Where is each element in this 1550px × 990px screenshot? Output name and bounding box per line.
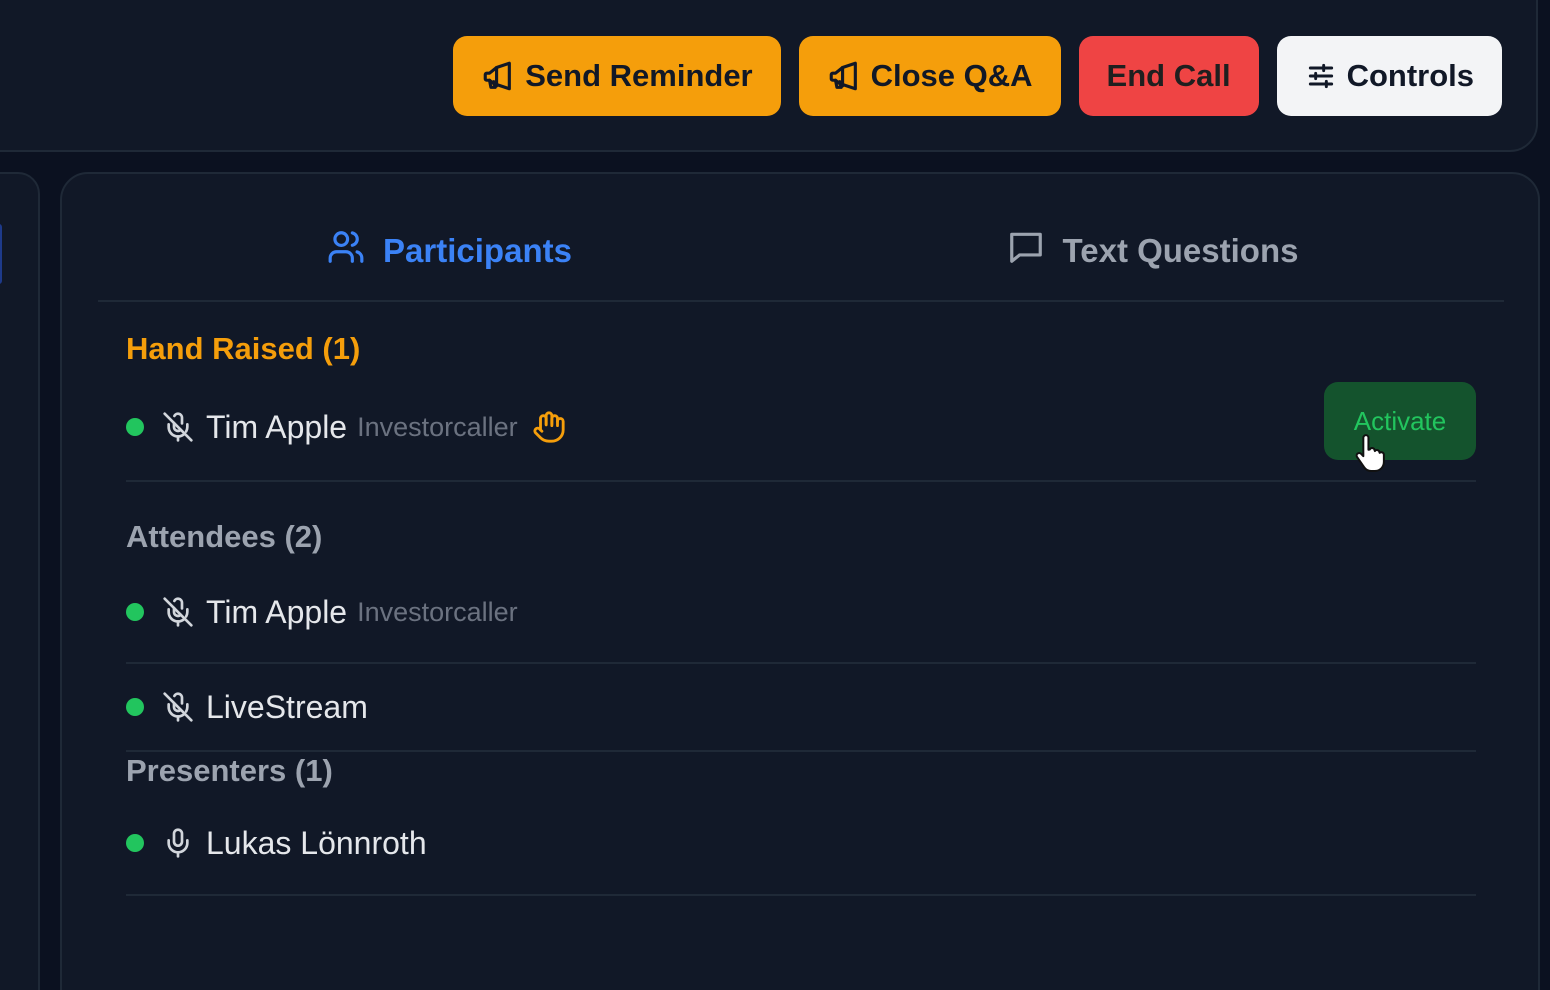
participants-list: Hand Raised (1) Tim Apple Investorcaller <box>126 324 1476 896</box>
hand-pointer-cursor-icon <box>1352 434 1386 481</box>
controls-button[interactable]: Controls <box>1276 36 1502 116</box>
section-title-attendees: Attendees (2) <box>126 519 323 554</box>
app-root: Send Reminder Close Q&A End Call Control… <box>0 0 1550 990</box>
participant-name: Tim Apple <box>206 408 348 445</box>
list-item: LiveStream <box>126 664 1476 752</box>
end-call-label: End Call <box>1106 58 1231 93</box>
end-call-button[interactable]: End Call <box>1078 36 1259 116</box>
side-panel-accent <box>0 224 2 284</box>
toolbar-buttons: Send Reminder Close Q&A End Call Control… <box>453 36 1502 116</box>
participant-role: Investorcaller <box>357 596 518 627</box>
controls-label: Controls <box>1346 58 1474 93</box>
hand-raised-icon <box>532 410 566 444</box>
activate-label: Activate <box>1353 405 1447 436</box>
participants-panel: Participants Text Questions Hand Raised … <box>60 172 1540 990</box>
list-item: Lukas Lönnroth <box>126 792 1476 896</box>
participant-name: Lukas Lönnroth <box>206 824 427 861</box>
mic-off-icon <box>162 596 194 628</box>
online-status-dot <box>126 834 144 852</box>
megaphone-icon <box>827 59 861 93</box>
tab-participants[interactable]: Participants <box>98 210 801 300</box>
list-item: Tim Apple Investorcaller <box>126 562 1476 664</box>
sliders-icon <box>1305 60 1337 92</box>
users-icon <box>327 228 365 274</box>
section-title-presenters: Presenters (1) <box>126 753 333 788</box>
online-status-dot <box>126 698 144 716</box>
activate-button[interactable]: Activate <box>1324 382 1476 472</box>
tab-text-questions-label: Text Questions <box>1062 232 1299 269</box>
mic-off-icon <box>162 691 194 723</box>
tab-text-questions[interactable]: Text Questions <box>801 210 1504 300</box>
participant-role: Investorcaller <box>357 411 518 442</box>
mic-off-icon <box>162 411 194 443</box>
send-reminder-label: Send Reminder <box>525 58 753 93</box>
send-reminder-button[interactable]: Send Reminder <box>453 36 781 116</box>
megaphone-icon <box>481 59 515 93</box>
online-status-dot <box>126 603 144 621</box>
close-qa-label: Close Q&A <box>870 58 1033 93</box>
close-qa-button[interactable]: Close Q&A <box>798 36 1061 116</box>
participant-name: Tim Apple <box>206 593 348 630</box>
panel-tabs: Participants Text Questions <box>98 210 1504 302</box>
participant-name: LiveStream <box>206 688 368 725</box>
list-item: Tim Apple Investorcaller Activate <box>126 374 1476 482</box>
tab-participants-label: Participants <box>383 232 572 269</box>
section-title-hand-raised: Hand Raised (1) <box>126 331 361 366</box>
mic-icon <box>162 827 194 859</box>
online-status-dot <box>126 418 144 436</box>
message-square-icon <box>1007 228 1045 274</box>
side-panel <box>0 172 40 990</box>
